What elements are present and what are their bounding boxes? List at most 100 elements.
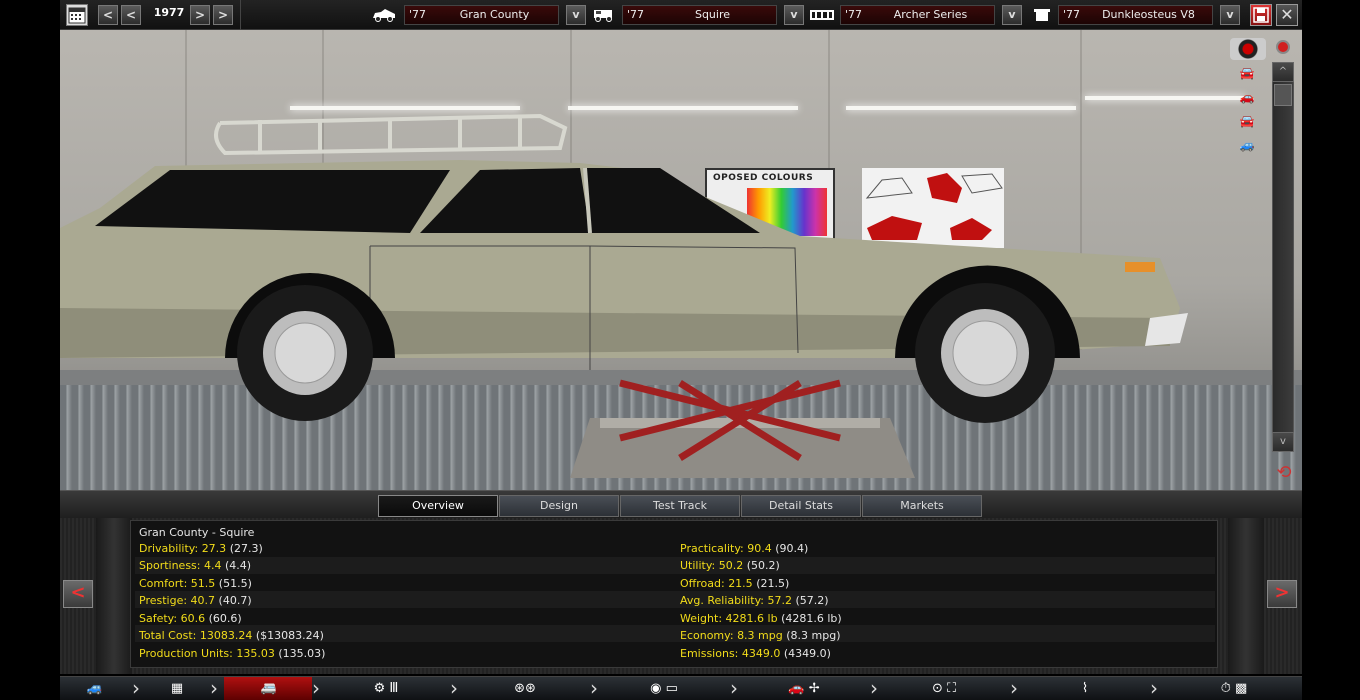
chevron-right-icon: › (210, 676, 218, 700)
nav-step-finish[interactable]: ⏱ ▩ (1164, 677, 1302, 700)
chevron-right-icon: › (590, 676, 598, 700)
year-next-decade-button[interactable]: > (213, 5, 233, 25)
chevron-right-icon: › (312, 676, 320, 700)
nav-step-gearbox[interactable]: ⚙ Ⅲ (326, 677, 446, 700)
car-viewport[interactable]: OPOSED COLOURS 🚘 🚗 🚘 🚙 ^ v ⟲ (60, 30, 1302, 490)
engine-icon (1034, 9, 1050, 21)
panel-pillar (96, 518, 132, 674)
chassis-name: Archer Series (893, 8, 968, 21)
chevron-right-icon: › (450, 676, 458, 700)
chevron-right-icon: › (1010, 676, 1018, 700)
chevron-right-icon: › (870, 676, 878, 700)
stat-utility: Utility: 50.2 (50.2) (680, 559, 780, 572)
rear-view-icon[interactable]: 🚘 (1232, 114, 1262, 128)
chevron-right-icon: › (132, 676, 140, 700)
overview-stats: Gran County - Squire Drivability: 27.3 (… (130, 520, 1218, 668)
trim-year: '77 (627, 8, 645, 21)
front-view-icon[interactable]: 🚘 (1232, 66, 1262, 80)
car-trim-icon: 🚐 (260, 681, 278, 696)
side-view-icon[interactable]: 🚗 (1232, 90, 1262, 104)
car-trim-icon (594, 10, 612, 22)
year-prev-decade-button[interactable]: < (98, 5, 118, 25)
prev-car-button[interactable]: < (63, 580, 93, 608)
year-prev-button[interactable]: < (121, 5, 141, 25)
stat-sportiness: Sportiness: 4.4 (4.4) (139, 559, 252, 572)
stat-offroad: Offroad: 21.5 (21.5) (680, 577, 790, 590)
stat-production-units: Production Units: 135.03 (135.03) (139, 647, 326, 660)
nav-step-body[interactable]: 🚙 (60, 677, 134, 700)
calendar-icon[interactable] (66, 4, 88, 26)
toolbar-divider (240, 0, 241, 30)
stat-comfort: Comfort: 51.5 (51.5) (139, 577, 252, 590)
testing-finish-icon: ⏱ ▩ (1220, 681, 1248, 696)
designer-step-nav: 🚙 › ▦ › 🚐 › ⚙ Ⅲ › ⊛⊛ › ◉ ▭ › 🚗 ✢ › ⊙ ⛶ ›… (60, 676, 1302, 700)
wheels-icon: ⊛⊛ (514, 681, 536, 696)
brakes-icon: ◉ ▭ (650, 681, 678, 696)
zoom-scrollbar[interactable] (1272, 62, 1294, 452)
nav-step-suspension[interactable]: ⌇ (1024, 677, 1146, 700)
zoom-up-button[interactable]: ^ (1272, 62, 1294, 82)
station-wagon-car (60, 113, 1188, 423)
stat-practicality: Practicality: 90.4 (90.4) (680, 542, 809, 555)
stat-avg-reliability: Avg. Reliability: 57.2 (57.2) (680, 594, 829, 607)
stat-weight: Weight: 4281.6 lb (4281.6 lb) (680, 612, 842, 625)
suspension-icon: ⌇ (1081, 681, 1089, 696)
engine-name: Dunkleosteus V8 (1102, 8, 1195, 21)
record-icon[interactable] (1276, 40, 1290, 54)
row-stripe (135, 557, 1215, 574)
nav-step-chassis[interactable]: ▦ (146, 677, 216, 700)
nav-step-wheels[interactable]: ⊛⊛ (464, 677, 586, 700)
stat-total-cost: Total Cost: 13083.24 ($13083.24) (139, 629, 324, 642)
rotate-icon[interactable]: ⟲ (1270, 462, 1298, 484)
trim-dropdown-button[interactable]: v (784, 5, 804, 25)
row-stripe (135, 591, 1215, 608)
year-next-button[interactable]: > (190, 5, 210, 25)
chassis-icon: ▦ (170, 681, 184, 696)
trim-selector[interactable]: '77 Squire (622, 5, 777, 25)
chassis-icon (810, 10, 834, 20)
nav-step-brakes[interactable]: ◉ ▭ (604, 677, 726, 700)
stat-drivability: Drivability: 27.3 (27.3) (139, 542, 263, 555)
zoom-scroll-thumb[interactable] (1274, 84, 1292, 106)
car-design-fan-icon: 🚗 ✢ (788, 681, 820, 696)
zoom-down-button[interactable]: v (1272, 432, 1294, 452)
nav-step-design[interactable]: 🚗 ✢ (744, 677, 866, 700)
model-name: Gran County (459, 8, 530, 21)
tab-markets[interactable]: Markets (862, 495, 982, 517)
chassis-selector[interactable]: '77 Archer Series (840, 5, 995, 25)
top-view-icon[interactable]: 🚙 (1232, 138, 1262, 152)
ceiling-light (1085, 96, 1245, 100)
top-toolbar: < < 1977 > > '77 Gran County v '77 Squir… (60, 0, 1302, 30)
chevron-right-icon: › (730, 676, 738, 700)
stat-emissions: Emissions: 4349.0 (4349.0) (680, 647, 831, 660)
nav-step-trim[interactable]: 🚐 (224, 677, 312, 700)
model-dropdown-button[interactable]: v (566, 5, 586, 25)
interior-icon: ⊙ ⛶ (931, 681, 957, 696)
car-title: Gran County - Squire (139, 526, 255, 539)
stat-economy: Economy: 8.3 mpg (8.3 mpg) (680, 629, 841, 642)
car-body-icon: 🚙 (86, 681, 104, 696)
tab-bar: Overview Design Test Track Detail Stats … (60, 490, 1302, 518)
car-body-icon (373, 9, 395, 22)
camera-icon[interactable] (1230, 38, 1266, 60)
trim-name: Squire (694, 8, 731, 21)
nav-step-interior[interactable]: ⊙ ⛶ (884, 677, 1006, 700)
model-selector[interactable]: '77 Gran County (404, 5, 559, 25)
panel-pillar (1228, 518, 1264, 674)
tab-detail-stats[interactable]: Detail Stats (741, 495, 861, 517)
model-year: '77 (409, 8, 427, 21)
engine-year: '77 (1063, 8, 1081, 21)
chassis-year: '77 (845, 8, 863, 21)
chevron-right-icon: › (1150, 676, 1158, 700)
engine-selector[interactable]: '77 Dunkleosteus V8 (1058, 5, 1213, 25)
next-car-button[interactable]: > (1267, 580, 1297, 608)
engine-dropdown-button[interactable]: v (1220, 5, 1240, 25)
tab-test-track[interactable]: Test Track (620, 495, 740, 517)
year-display: 1977 (153, 6, 185, 19)
tab-design[interactable]: Design (499, 495, 619, 517)
gearbox-icon: ⚙ Ⅲ (373, 681, 399, 696)
save-icon[interactable] (1250, 4, 1272, 26)
close-icon[interactable]: ✕ (1276, 4, 1298, 26)
tab-overview[interactable]: Overview (378, 495, 498, 517)
chassis-dropdown-button[interactable]: v (1002, 5, 1022, 25)
